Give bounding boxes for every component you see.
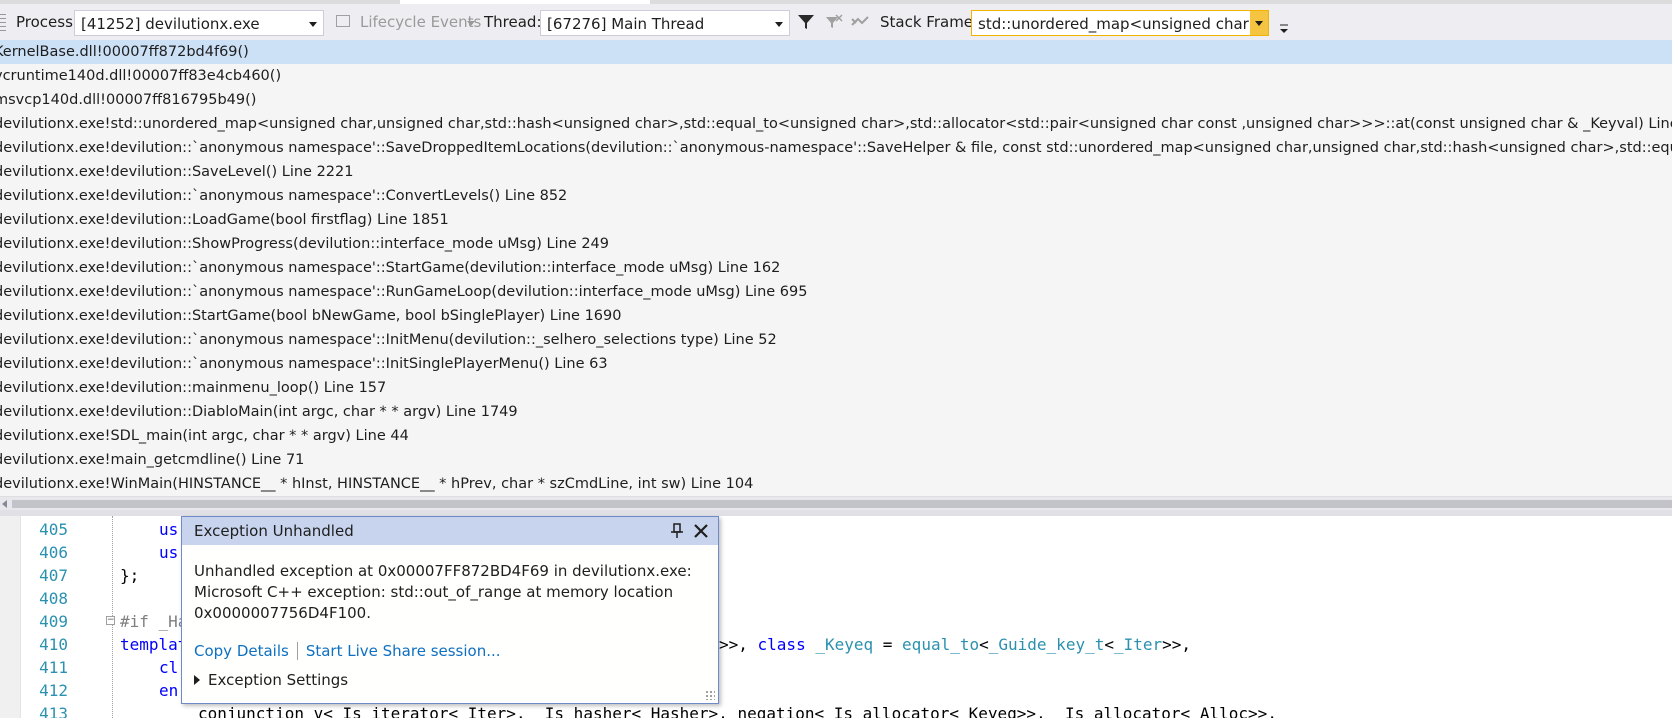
call-stack-frame[interactable]: vcruntime140d.dll!00007ff83e4cb460(): [0, 64, 1672, 88]
line-number: 409: [39, 612, 68, 631]
filter-thread-icon[interactable]: [824, 13, 844, 31]
exception-message-line: 0x0000007756D4F100.: [194, 604, 371, 622]
popup-titlebar[interactable]: Exception Unhandled: [182, 517, 718, 545]
filter-icon[interactable]: [796, 13, 816, 31]
lifecycle-events-button[interactable]: Lifecycle Events: [360, 13, 481, 31]
code-token: class: [757, 635, 806, 654]
exception-settings-label: Exception Settings: [208, 671, 349, 689]
call-stack-frame[interactable]: devilutionx.exe!std::unordered_map<unsig…: [0, 112, 1672, 136]
code-line-412: en: [159, 681, 179, 700]
call-stack-frame[interactable]: KernelBase.dll!00007ff872bd4f69(): [0, 40, 1672, 64]
line-number: 411: [39, 658, 68, 677]
debug-location-toolbar: Process: [41252] devilutionx.exe Lifecyc…: [0, 0, 1672, 41]
call-stack-frame[interactable]: devilutionx.exe!devilution::StartGame(bo…: [0, 304, 1672, 328]
lifecycle-events-icon: [336, 15, 350, 27]
call-stack-frame[interactable]: devilutionx.exe!devilution::SaveLevel() …: [0, 160, 1672, 184]
code-line-409: #if _Ha: [120, 612, 188, 631]
process-dropdown[interactable]: [41252] devilutionx.exe: [74, 10, 324, 36]
popup-title: Exception Unhandled: [194, 522, 354, 540]
call-stack-frame[interactable]: devilutionx.exe!devilution::`anonymous n…: [0, 352, 1672, 376]
live-share-link[interactable]: Start Live Share session...: [306, 642, 501, 660]
call-stack-frame[interactable]: devilutionx.exe!devilution::ShowProgress…: [0, 232, 1672, 256]
stack-frame-dropdown[interactable]: std::unordered_map<unsigned char,unsigne…: [971, 10, 1269, 36]
thread-label: Thread:: [484, 13, 542, 31]
line-number: 410: [39, 635, 68, 654]
chevron-down-icon: [467, 21, 475, 26]
toolbar-overflow-icon[interactable]: [1278, 20, 1290, 36]
code-token: _Keyeq: [805, 635, 874, 654]
exception-settings-toggle[interactable]: Exception Settings: [194, 671, 348, 689]
call-stack-frame[interactable]: devilutionx.exe!devilution::`anonymous n…: [0, 328, 1672, 352]
resize-grip-icon[interactable]: [705, 690, 715, 700]
code-line-410-start: templat: [120, 635, 188, 654]
line-number: 406: [39, 543, 68, 562]
call-stack-frame[interactable]: msvcp140d.dll!00007ff816795b49(): [0, 88, 1672, 112]
scrollbar-thumb[interactable]: [12, 500, 1672, 508]
call-stack-frame[interactable]: devilutionx.exe!main_getcmdline() Line 7…: [0, 448, 1672, 472]
horizontal-scrollbar[interactable]: [0, 496, 1672, 511]
code-token: >>,: [1162, 635, 1192, 654]
process-label: Process:: [16, 13, 78, 31]
copy-details-link[interactable]: Copy Details: [194, 642, 289, 660]
call-stack-frame[interactable]: devilutionx.exe!devilution::`anonymous n…: [0, 136, 1672, 160]
exception-message: Unhandled exception at 0x00007FF872BD4F6…: [194, 561, 694, 624]
call-stack-frame[interactable]: devilutionx.exe!devilution::mainmenu_loo…: [0, 376, 1672, 400]
scroll-left-icon[interactable]: [2, 500, 7, 508]
stack-frame-label: Stack Frame:: [880, 13, 979, 31]
chevron-down-icon: [309, 22, 317, 27]
code-line-405: us: [159, 520, 179, 539]
code-token: =: [873, 635, 903, 654]
thread-dropdown[interactable]: [67276] Main Thread: [540, 10, 790, 36]
code-token: >>,: [719, 635, 758, 654]
code-line-413: conjunction_v< Is_iterator<_Iter>, Is_ha…: [198, 704, 1277, 718]
toolbar-top-strip: [0, 0, 1672, 4]
line-number: 412: [39, 681, 68, 700]
stack-frame-dropdown-button[interactable]: [1250, 11, 1268, 35]
call-stack-frame[interactable]: devilutionx.exe!SDL_main(int argc, char …: [0, 424, 1672, 448]
thread-value: [67276] Main Thread: [547, 15, 705, 33]
line-number: 407: [39, 566, 68, 585]
code-token: _Guide_key_t: [988, 635, 1105, 654]
collapse-icon[interactable]: −: [106, 616, 115, 625]
close-icon[interactable]: [692, 522, 710, 540]
popup-actions: Copy Details Start Live Share session...: [194, 642, 501, 660]
exception-message-line: Unhandled exception at 0x00007FF872BD4F6…: [194, 562, 692, 580]
exception-popup[interactable]: Exception Unhandled Unhandled exception …: [181, 516, 719, 704]
editor-margin[interactable]: [0, 516, 21, 718]
process-value: [41252] devilutionx.exe: [81, 15, 260, 33]
call-stack-frame[interactable]: devilutionx.exe!devilution::DiabloMain(i…: [0, 400, 1672, 424]
line-number: 413: [39, 704, 68, 718]
toggle-flag-icon[interactable]: [850, 13, 870, 31]
expand-triangle-icon: [194, 675, 200, 685]
code-line-407: };: [120, 566, 140, 585]
link-divider: [296, 642, 298, 660]
line-number: 405: [39, 520, 68, 539]
code-line-411: cl: [159, 658, 179, 677]
call-stack-frame[interactable]: devilutionx.exe!devilution::`anonymous n…: [0, 280, 1672, 304]
chevron-down-icon: [1255, 21, 1263, 26]
call-stack-frame[interactable]: devilutionx.exe!WinMain(HINSTANCE__ * hI…: [0, 472, 1672, 496]
line-number: 408: [39, 589, 68, 608]
toolbar-grip[interactable]: [0, 14, 6, 32]
stack-frame-value: std::unordered_map<unsigned char,unsigne…: [978, 15, 1268, 33]
exception-message-line: Microsoft C++ exception: std::out_of_ran…: [194, 583, 674, 601]
chevron-down-icon: [775, 22, 783, 27]
code-line-406: us: [159, 543, 179, 562]
code-token: _Iter: [1113, 635, 1163, 654]
code-line-410: >>, class _Keyeq = equal_to<_Guide_key_t…: [719, 635, 1192, 654]
call-stack-frame[interactable]: devilutionx.exe!devilution::`anonymous n…: [0, 256, 1672, 280]
call-stack-frame[interactable]: devilutionx.exe!devilution::LoadGame(boo…: [0, 208, 1672, 232]
pin-icon[interactable]: [670, 523, 684, 539]
call-stack-list: KernelBase.dll!00007ff872bd4f69() vcrunt…: [0, 40, 1672, 496]
call-stack-frame[interactable]: devilutionx.exe!devilution::`anonymous n…: [0, 184, 1672, 208]
code-token: equal_to: [902, 635, 980, 654]
